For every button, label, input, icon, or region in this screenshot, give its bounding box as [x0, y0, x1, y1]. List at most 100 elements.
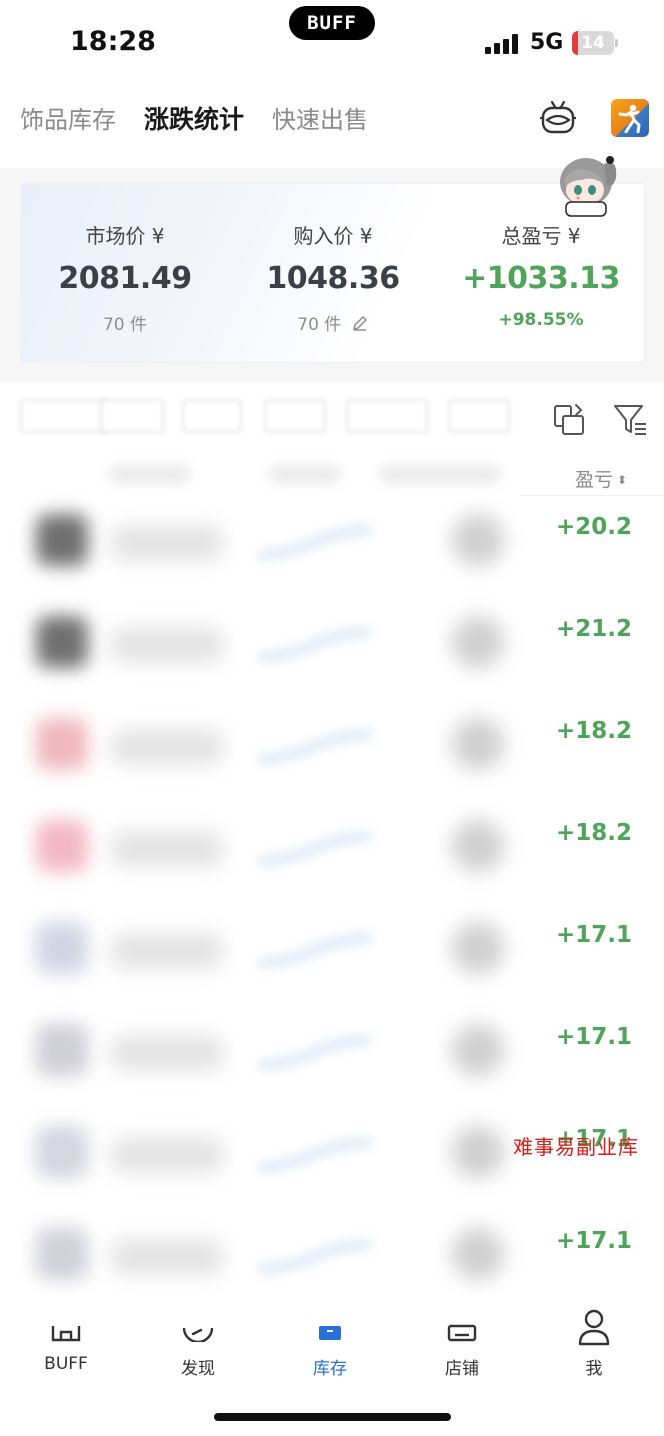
- list-item[interactable]: +18.2: [0, 802, 664, 904]
- home-indicator: [214, 1413, 451, 1421]
- item-profit: +17.1: [555, 922, 632, 948]
- item-price-blurred: [452, 1126, 504, 1178]
- profile-icon: [577, 1308, 611, 1350]
- list-sort-header: 盈亏 ⬍: [0, 455, 664, 499]
- tab-quick-sell[interactable]: 快速出售: [272, 100, 368, 140]
- item-price-blurred: [452, 922, 504, 974]
- trend-sparkline: [255, 726, 375, 766]
- watermark-text: 难事易副业库: [513, 1135, 639, 1159]
- item-name-blurred: [112, 832, 222, 866]
- battery-cap: [615, 39, 618, 47]
- pencil-icon[interactable]: [351, 314, 369, 337]
- top-tabs: 饰品库存 涨跌统计 快速出售: [20, 100, 368, 140]
- item-price-blurred: [452, 718, 504, 770]
- sort-arrows-icon: ⬍: [617, 473, 628, 487]
- market-price-stat: 市场价 ¥ 2081.49 70 件: [21, 184, 229, 335]
- market-price-value: 2081.49: [58, 261, 192, 296]
- tab-price-stats[interactable]: 涨跌统计: [144, 100, 244, 140]
- total-profit-label: 总盈亏 ¥: [501, 224, 581, 248]
- network-type: 5G: [530, 30, 564, 55]
- item-profit: +18.2: [555, 820, 632, 846]
- item-profit: +18.2: [555, 718, 632, 744]
- item-name-blurred: [112, 1240, 222, 1274]
- battery-level: 14: [581, 33, 605, 53]
- nav-label: 库存: [313, 1359, 347, 1379]
- item-price-blurred: [452, 820, 504, 872]
- item-name-blurred: [112, 526, 222, 560]
- item-price-blurred: [452, 616, 504, 668]
- nav-label: 发现: [181, 1359, 215, 1379]
- market-price-count: 70 件: [102, 315, 148, 335]
- item-name-blurred: [112, 730, 222, 764]
- filter-chip[interactable]: [448, 399, 510, 433]
- trend-sparkline: [255, 1236, 375, 1276]
- item-name-blurred: [112, 1036, 222, 1070]
- list-item[interactable]: +17.1: [0, 1006, 664, 1108]
- item-name-blurred: [112, 1138, 222, 1172]
- trend-sparkline: [255, 1134, 375, 1174]
- item-thumbnail: [36, 514, 88, 566]
- filter-icon[interactable]: [612, 402, 648, 438]
- total-profit-percent: +98.55%: [498, 310, 584, 330]
- game-icon[interactable]: [611, 99, 649, 137]
- item-price-blurred: [452, 1024, 504, 1076]
- item-profit: +21.2: [555, 616, 632, 642]
- item-thumbnail: [36, 922, 88, 974]
- discover-icon: [181, 1308, 215, 1346]
- trend-sparkline: [255, 828, 375, 868]
- nav-label: 我: [585, 1359, 603, 1379]
- switch-view-icon[interactable]: [552, 402, 586, 438]
- trend-sparkline: [255, 930, 375, 970]
- market-price-label: 市场价 ¥: [85, 224, 165, 248]
- status-bar: 18:28 BUFF 5G 14: [0, 0, 664, 88]
- mascot-avatar-icon[interactable]: [552, 150, 624, 220]
- item-profit: +17.1: [555, 1024, 632, 1050]
- blurred-column-header: [380, 465, 500, 483]
- list-item[interactable]: +20.2: [0, 496, 664, 598]
- item-thumbnail: [36, 1126, 88, 1178]
- filter-chip[interactable]: [20, 399, 108, 433]
- item-thumbnail: [36, 1228, 88, 1280]
- profit-sort-label: 盈亏: [575, 469, 614, 491]
- shop-icon: [445, 1308, 479, 1346]
- item-price-blurred: [452, 514, 504, 566]
- item-profit: +17.1: [555, 1228, 632, 1254]
- trend-sparkline: [255, 1032, 375, 1072]
- item-thumbnail: [36, 820, 88, 872]
- item-name-blurred: [112, 628, 222, 662]
- purchase-price-label: 购入价 ¥: [293, 224, 373, 248]
- purchase-price-count: 70 件: [297, 315, 342, 335]
- trend-sparkline: [255, 624, 375, 664]
- purchase-price-row: 70 件: [229, 310, 437, 337]
- tab-inventory[interactable]: 饰品库存: [20, 100, 116, 140]
- list-item[interactable]: +17.1: [0, 904, 664, 1006]
- item-thumbnail: [36, 1024, 88, 1076]
- list-item[interactable]: +18.2: [0, 700, 664, 802]
- inventory-icon: [313, 1308, 347, 1346]
- robot-icon[interactable]: [538, 100, 578, 136]
- dynamic-island-buff-logo: BUFF: [289, 6, 375, 40]
- trend-sparkline: [255, 522, 375, 562]
- filter-chip[interactable]: [264, 399, 326, 433]
- total-profit-value: +1033.13: [462, 261, 620, 296]
- item-profit: +20.2: [555, 514, 632, 540]
- filter-chip[interactable]: [100, 399, 164, 433]
- filter-chip[interactable]: [182, 399, 242, 433]
- status-time: 18:28: [70, 26, 156, 57]
- battery-icon: 14: [572, 31, 614, 55]
- nav-label: BUFF: [44, 1354, 88, 1374]
- filter-chip[interactable]: [346, 399, 428, 433]
- item-price-blurred: [452, 1228, 504, 1280]
- purchase-price-value: 1048.36: [266, 261, 400, 296]
- blurred-column-header: [110, 465, 190, 483]
- signal-icon: [485, 34, 521, 54]
- list-item[interactable]: +21.2: [0, 598, 664, 700]
- item-thumbnail: [36, 616, 88, 668]
- item-thumbnail: [36, 718, 88, 770]
- profit-sort-button[interactable]: 盈亏 ⬍: [575, 465, 627, 492]
- nav-label: 店铺: [445, 1359, 479, 1379]
- blurred-column-header: [270, 465, 340, 483]
- buff-home-icon: [49, 1308, 83, 1346]
- item-name-blurred: [112, 934, 222, 968]
- purchase-price-stat: 购入价 ¥ 1048.36 70 件: [229, 184, 437, 337]
